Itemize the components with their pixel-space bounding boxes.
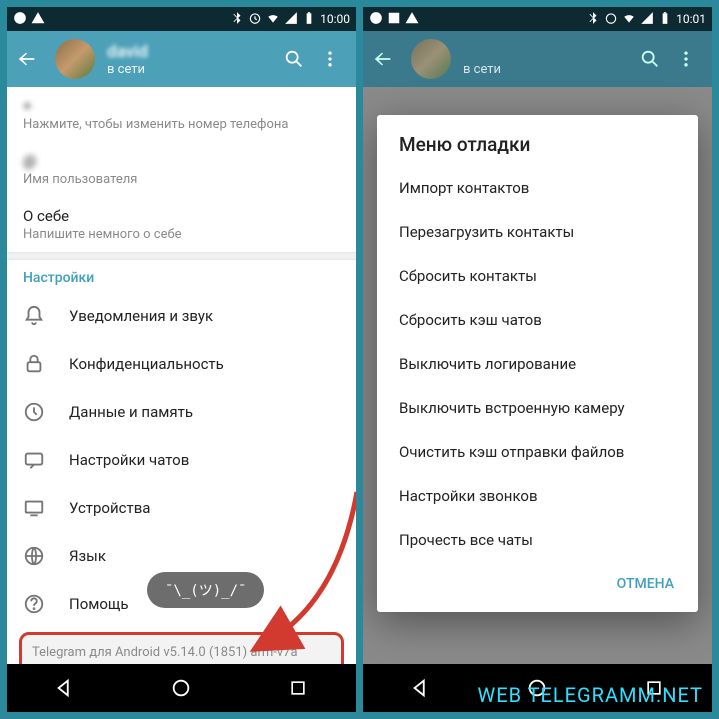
settings-item-label: Язык: [69, 547, 106, 565]
settings-item-label: Уведомления и звук: [69, 307, 213, 325]
debug-menu-dialog: Меню отладки Импорт контактов Перезагруз…: [377, 115, 698, 612]
search-button[interactable]: [276, 41, 312, 77]
app-bar: в сети: [363, 31, 712, 87]
profile-name: [463, 42, 632, 62]
more-button[interactable]: [312, 41, 348, 77]
status-bar: 10:01: [363, 7, 712, 31]
status-bar: 10:00: [7, 7, 356, 31]
toast-text: ¯\_(ツ)_/¯: [165, 583, 246, 599]
wifi-icon: [266, 11, 280, 28]
lock-icon: [23, 353, 45, 375]
bell-icon: [23, 305, 45, 327]
nav-back-button[interactable]: [51, 674, 79, 702]
alarm-icon: [604, 11, 618, 28]
dialog-cancel-button[interactable]: ОТМЕНА: [605, 568, 686, 600]
dialog-item[interactable]: Сбросить кэш чатов: [377, 298, 698, 342]
battery-icon: [658, 11, 672, 28]
warning-icon: [405, 11, 419, 28]
version-text: Telegram для Android v5.14.0 (1851) arm-…: [32, 645, 298, 660]
dialog-item[interactable]: Сбросить контакты: [377, 254, 698, 298]
avatar[interactable]: [55, 39, 95, 79]
search-button[interactable]: [632, 41, 668, 77]
bluetooth-icon: [586, 11, 600, 28]
signal-icon: [640, 11, 654, 28]
nav-recents-button[interactable]: [284, 674, 312, 702]
wifi-icon: [622, 11, 636, 28]
signal-icon: [284, 11, 298, 28]
data-icon: [23, 401, 45, 423]
phone-caption: Нажмите, чтобы изменить номер телефона: [23, 117, 340, 132]
divider: [7, 252, 356, 260]
notification-icon: [369, 11, 383, 28]
profile-name: david: [107, 42, 276, 62]
help-icon: [23, 593, 45, 615]
notification-icon: [13, 11, 27, 28]
dialog-item[interactable]: Перезагрузить контакты: [377, 210, 698, 254]
status-time: 10:00: [320, 12, 350, 26]
username-value: @: [23, 152, 340, 170]
phone-row[interactable]: + Нажмите, чтобы изменить номер телефона: [7, 87, 356, 142]
dialog-item[interactable]: Очистить кэш отправки файлов: [377, 430, 698, 474]
username-row[interactable]: @ Имя пользователя: [7, 142, 356, 197]
phone-right: 10:01 в сети Telegram для Android v5.14.…: [363, 7, 712, 712]
settings-item-label: Конфиденциальность: [69, 355, 224, 373]
dialog-title: Меню отладки: [377, 133, 698, 166]
bio-title: О себе: [23, 207, 340, 225]
bluetooth-icon: [230, 11, 244, 28]
toast: ¯\_(ツ)_/¯: [147, 572, 264, 608]
status-time: 10:01: [676, 12, 706, 26]
settings-item-privacy[interactable]: Конфиденциальность: [7, 340, 356, 388]
android-navbar: [7, 664, 356, 712]
alarm-icon: [248, 11, 262, 28]
battery-icon: [302, 11, 316, 28]
watermark: WEB TELEGRAMM.NET: [477, 683, 703, 707]
bio-caption: Напишите немного о себе: [23, 227, 340, 242]
globe-icon: [23, 545, 45, 567]
phone-left: 10:00 david в сети + Нажмите, чтобы изме…: [7, 7, 356, 712]
warning-icon: [31, 11, 45, 28]
avatar[interactable]: [411, 39, 451, 79]
chat-icon: [23, 449, 45, 471]
dialog-item[interactable]: Выключить встроенную камеру: [377, 386, 698, 430]
dialog-item[interactable]: Выключить логирование: [377, 342, 698, 386]
version-info[interactable]: Telegram для Android v5.14.0 (1851) arm-…: [19, 632, 344, 664]
nav-home-button[interactable]: [167, 674, 195, 702]
settings-item-chat[interactable]: Настройки чатов: [7, 436, 356, 484]
settings-item-label: Помощь: [69, 595, 129, 613]
settings-item-devices[interactable]: Устройства: [7, 484, 356, 532]
back-button[interactable]: [371, 47, 395, 71]
settings-item-label: Данные и память: [69, 403, 193, 421]
phone-value: +: [23, 97, 340, 115]
dialog-item[interactable]: Прочесть все чаты: [377, 518, 698, 562]
image-icon: [387, 11, 401, 28]
nav-back-button[interactable]: [407, 674, 435, 702]
settings-item-notifications[interactable]: Уведомления и звук: [7, 292, 356, 340]
dialog-item[interactable]: Импорт контактов: [377, 166, 698, 210]
username-caption: Имя пользователя: [23, 172, 340, 187]
dialog-item[interactable]: Настройки звонков: [377, 474, 698, 518]
settings-item-label: Настройки чатов: [69, 451, 189, 469]
bio-row[interactable]: О себе Напишите немного о себе: [7, 197, 356, 252]
back-button[interactable]: [15, 47, 39, 71]
settings-header: Настройки: [7, 260, 356, 292]
more-button[interactable]: [668, 41, 704, 77]
settings-item-label: Устройства: [69, 499, 150, 517]
app-bar: david в сети: [7, 31, 356, 87]
profile-status: в сети: [107, 62, 276, 77]
settings-item-data[interactable]: Данные и память: [7, 388, 356, 436]
devices-icon: [23, 497, 45, 519]
profile-status: в сети: [463, 62, 632, 77]
